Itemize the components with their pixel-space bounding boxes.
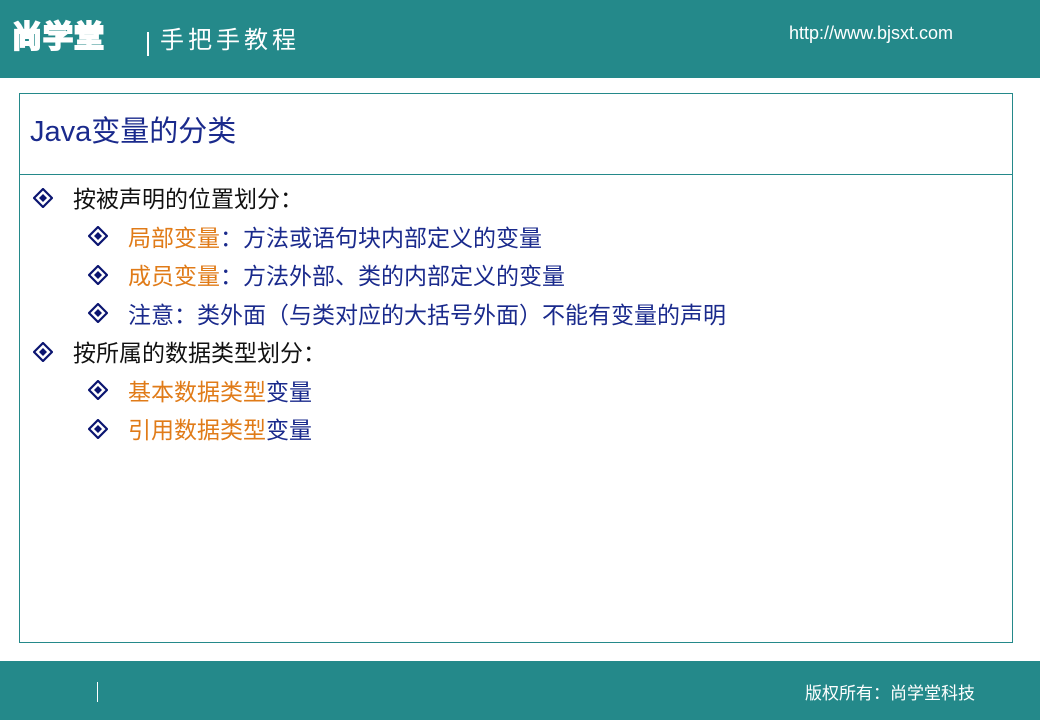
diamond-bullet-icon	[88, 226, 108, 246]
bullet-text: 变量	[266, 379, 312, 406]
bullet-item: 按被声明的位置划分：	[0, 181, 1040, 220]
bullet-text: ：方法外部、类的内部定义的变量	[220, 264, 565, 290]
tagline: 手把手教程	[160, 26, 300, 54]
diamond-bullet-icon	[33, 187, 53, 208]
bullet-item: 成员变量：方法外部、类的内部定义的变量	[0, 258, 1040, 297]
logo: 尚学堂	[11, 19, 105, 56]
diamond-bullet-icon	[33, 341, 53, 362]
bullet-text: 注意：类外面（与类对应的大括号外面）不能有变量的声明	[128, 302, 726, 329]
diamond-bullet-icon	[88, 303, 108, 323]
bullet-item: 注意：类外面（与类对应的大括号外面）不能有变量的声明	[0, 297, 1040, 336]
bullet-text: 按被声明的位置划分：	[73, 187, 303, 213]
diamond-bullet-icon	[88, 264, 108, 285]
bullet-item: 按所属的数据类型划分：	[0, 335, 1040, 374]
footer-divider	[97, 682, 98, 702]
copyright-text: 版权所有：尚学堂科技	[805, 684, 975, 704]
bullet-item: 引用数据类型变量	[0, 412, 1040, 451]
title-divider	[20, 174, 1013, 175]
bullet-item: 基本数据类型变量	[0, 374, 1040, 413]
diamond-bullet-icon	[88, 418, 108, 439]
bullet-text: ：方法或语句块内部定义的变量	[220, 225, 542, 252]
bullet-item: 局部变量：方法或语句块内部定义的变量	[0, 220, 1040, 259]
bullet-text: 成员变量	[128, 264, 220, 290]
bullet-text: 变量	[266, 418, 312, 444]
slide-title: Java变量的分类	[30, 116, 237, 148]
bullet-text: 引用数据类型	[128, 418, 266, 444]
bullet-text: 按所属的数据类型划分：	[73, 341, 326, 367]
diamond-bullet-icon	[88, 380, 108, 400]
bullet-list: 按被声明的位置划分： 局部变量：方法或语句块内部定义的变量 成员变量：方法外部、类的…	[0, 181, 1040, 451]
header-divider	[147, 32, 149, 56]
site-url[interactable]: http://www.bjsxt.com	[789, 22, 953, 44]
bullet-text: 局部变量	[128, 225, 220, 252]
bullet-text: 基本数据类型	[128, 379, 266, 406]
